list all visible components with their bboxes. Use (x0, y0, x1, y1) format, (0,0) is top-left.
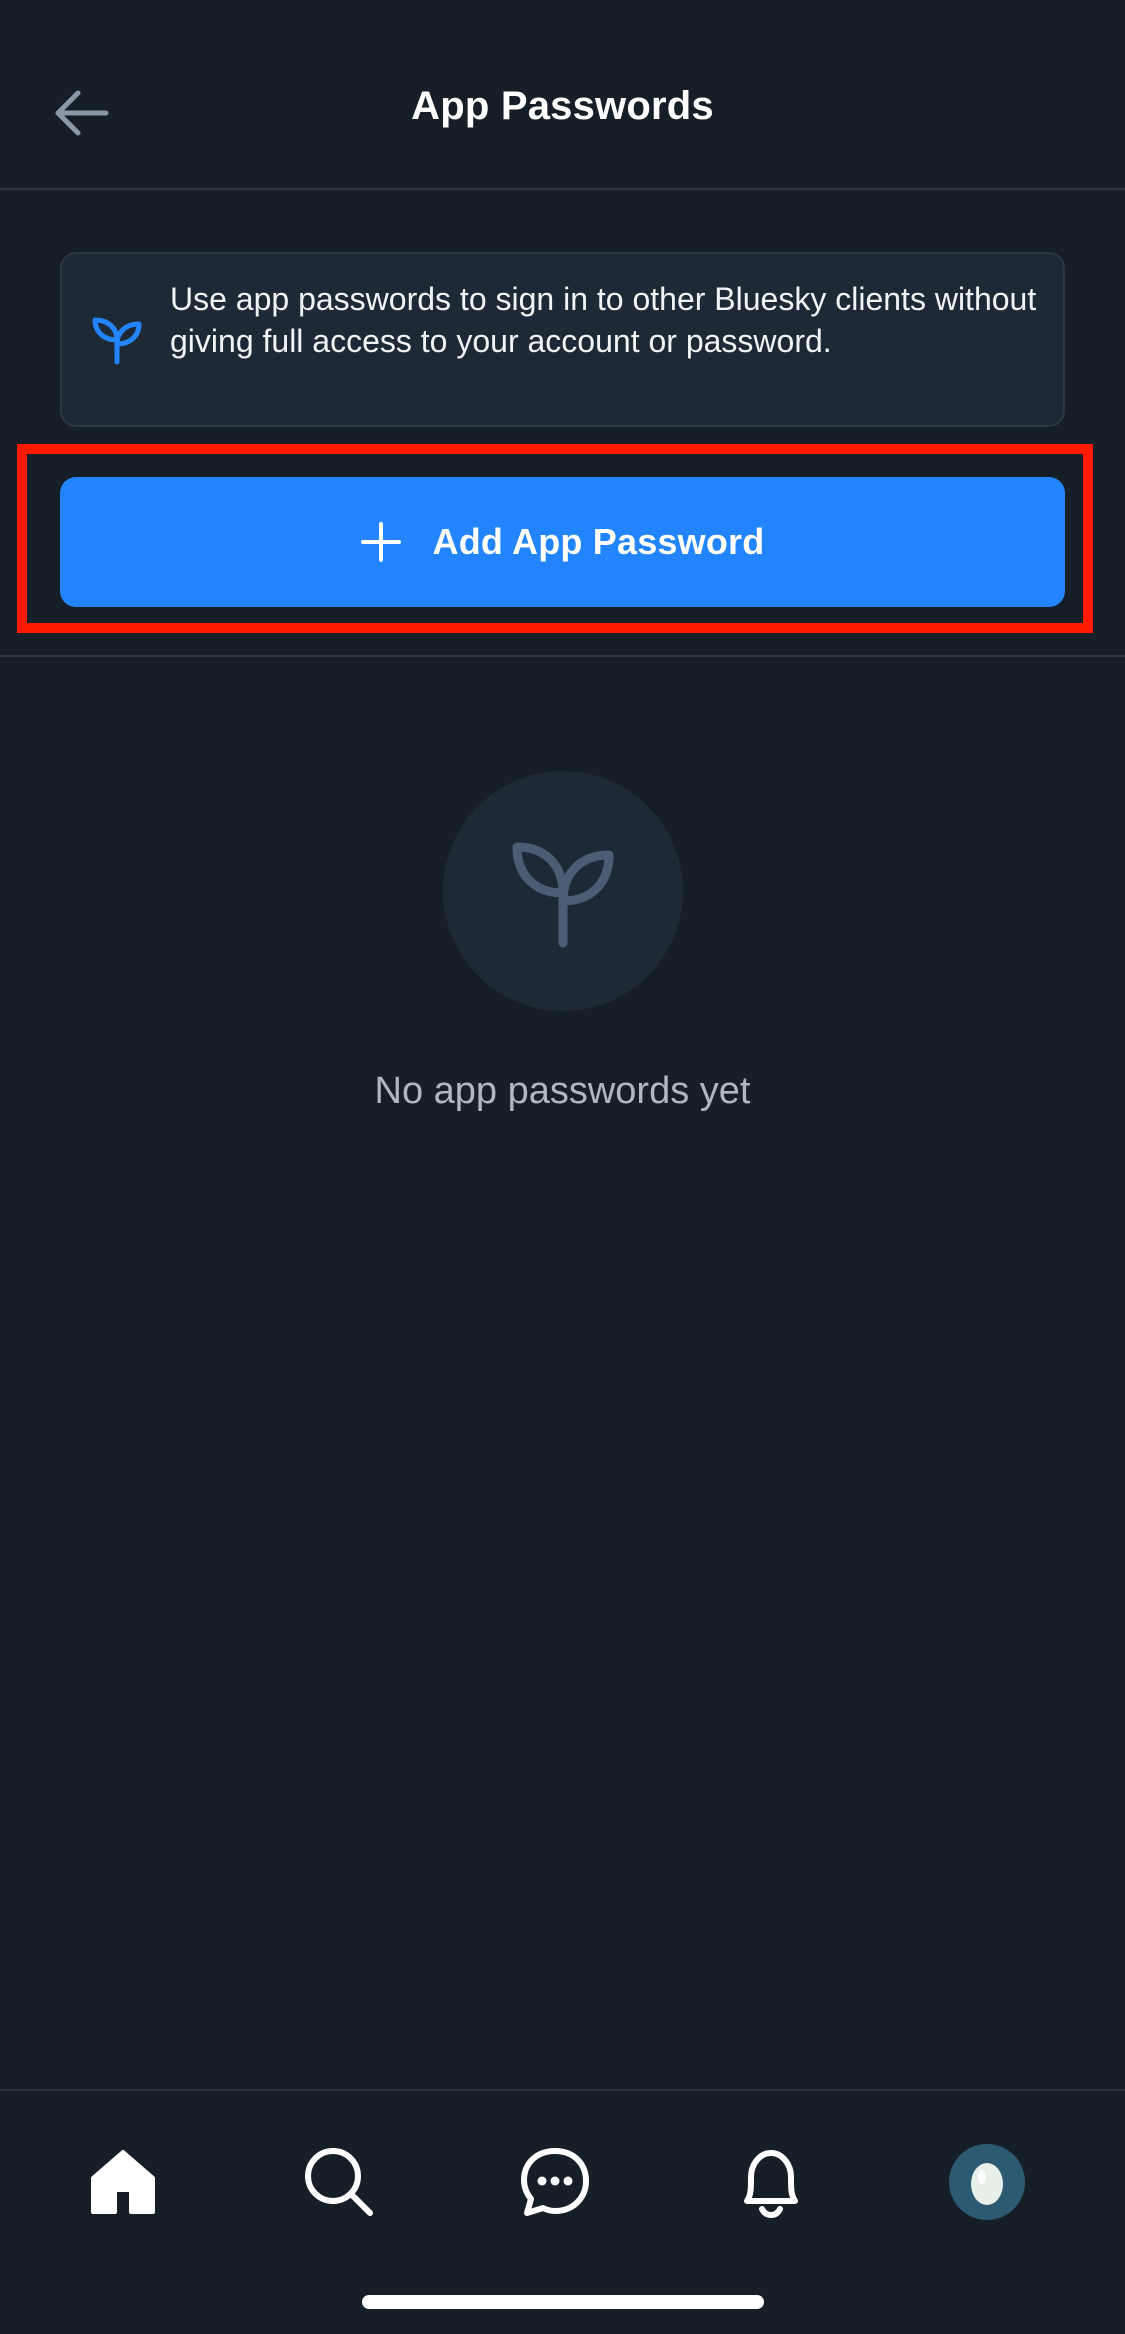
avatar-icon (971, 2163, 1003, 2205)
home-icon (91, 2150, 155, 2214)
home-indicator (362, 2295, 764, 2309)
bell-icon (744, 2150, 798, 2219)
seedling-icon (512, 842, 614, 948)
search-icon (305, 2148, 373, 2216)
chat-bubble-icon (521, 2148, 589, 2216)
info-notice: Use app passwords to sign in to other Bl… (60, 252, 1065, 427)
avatar (949, 2144, 1025, 2220)
add-app-password-label: Add App Password (432, 521, 765, 562)
nav-messages[interactable] (510, 2137, 600, 2227)
nav-search[interactable] (294, 2137, 384, 2227)
info-text: Use app passwords to sign in to other Bl… (170, 281, 1037, 359)
nav-notifications[interactable] (726, 2137, 816, 2227)
page-title: App Passwords (411, 84, 714, 128)
empty-state-text: No app passwords yet (374, 1070, 751, 1112)
header: App Passwords (0, 0, 1125, 190)
empty-state-badge (443, 771, 683, 1011)
plus-icon (360, 522, 401, 562)
nav-profile[interactable] (942, 2137, 1032, 2227)
add-app-password-button[interactable]: Add App Password (60, 477, 1065, 607)
nav-home[interactable] (78, 2137, 168, 2227)
seedling-icon (92, 317, 142, 365)
section-divider (0, 655, 1125, 657)
